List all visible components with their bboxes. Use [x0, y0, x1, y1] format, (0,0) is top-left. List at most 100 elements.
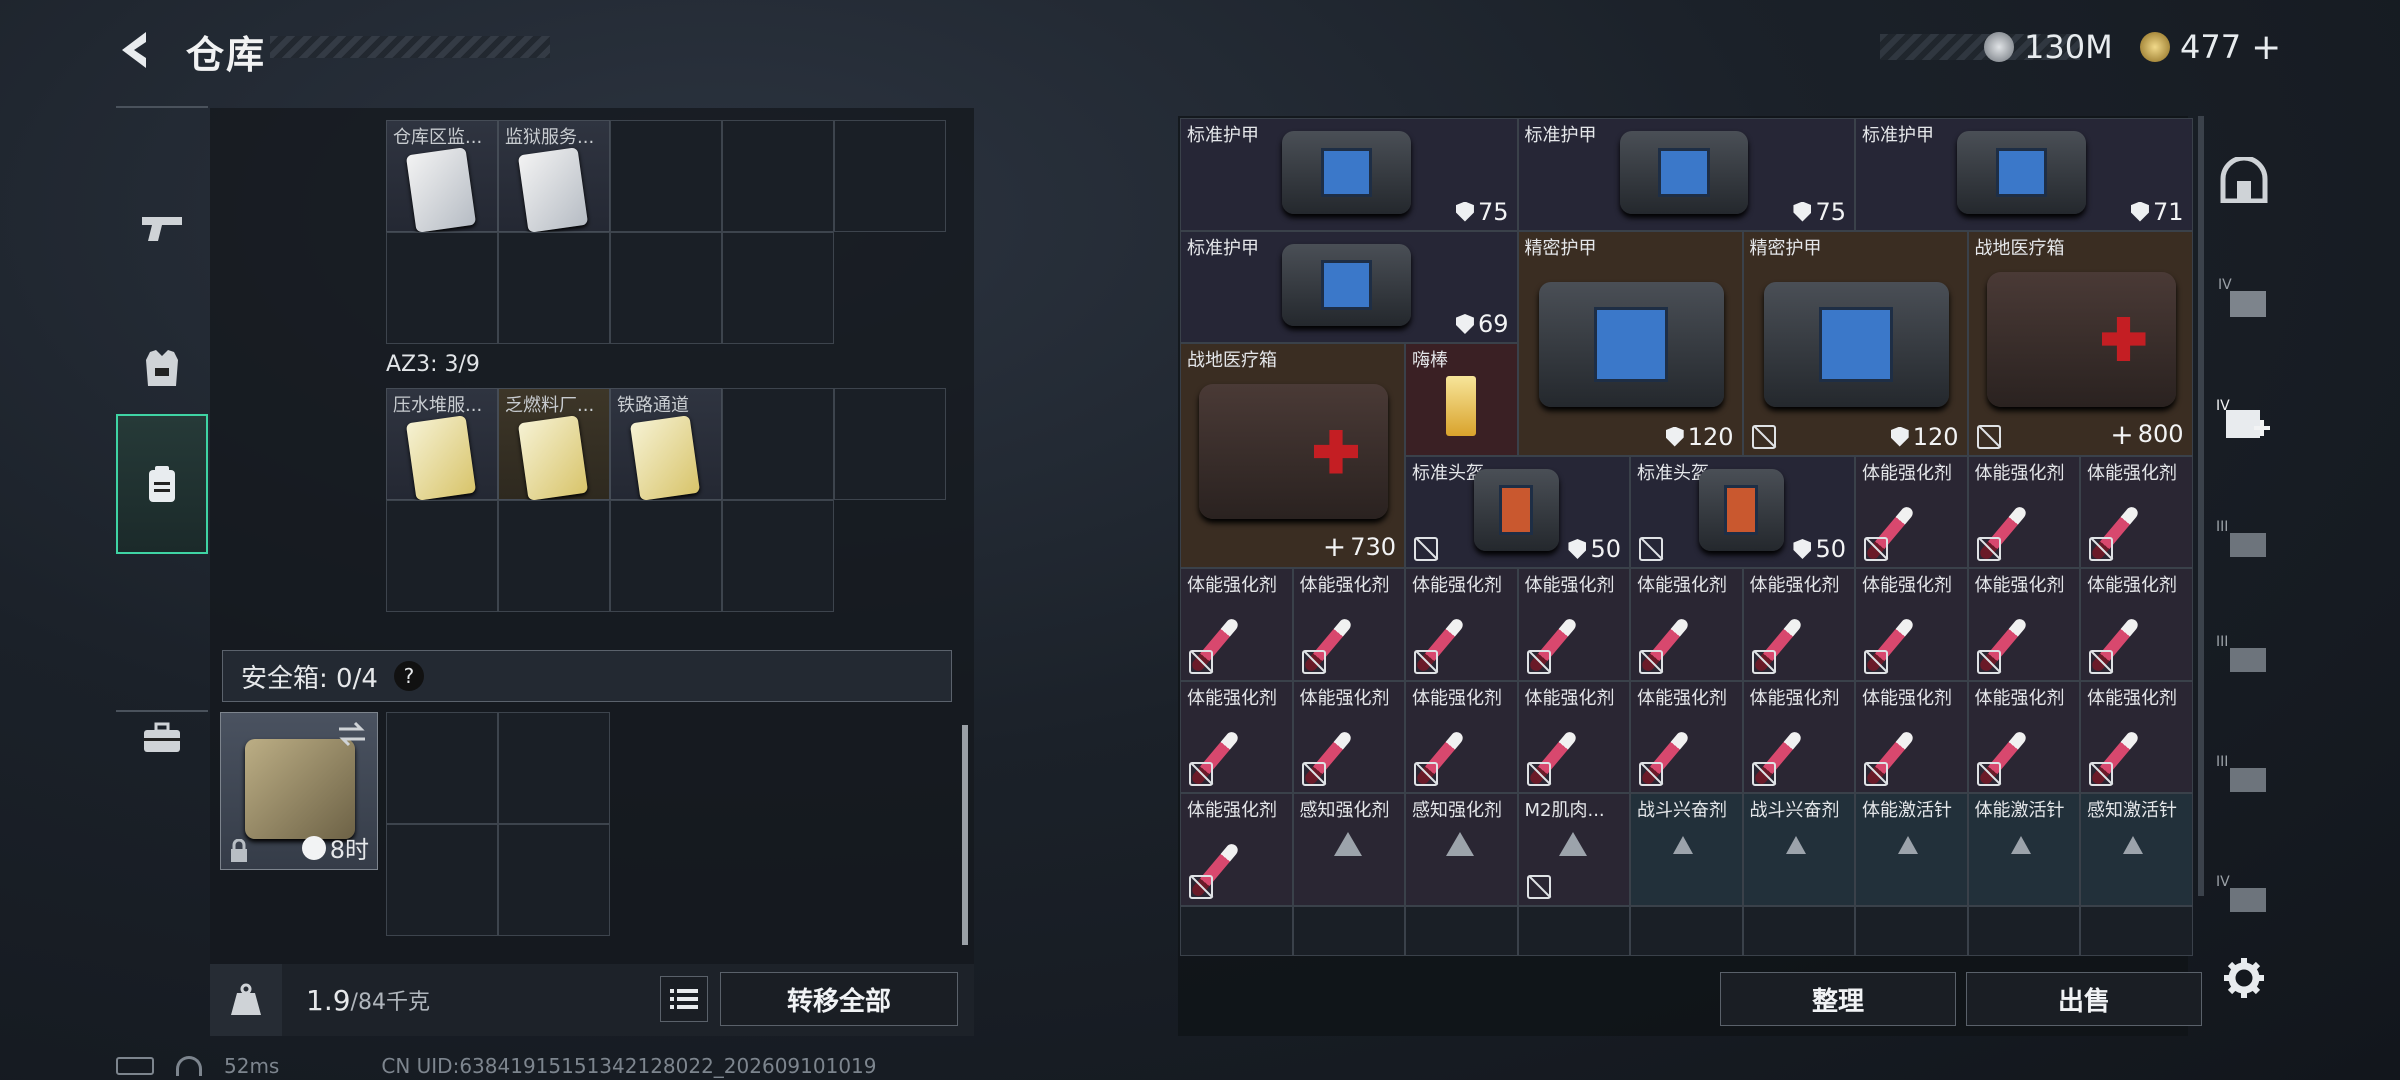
organize-button[interactable]: 整理 — [1720, 972, 1956, 1026]
empty-slot[interactable] — [1405, 905, 1518, 956]
stash-item[interactable]: 战斗兴奋剂 — [1630, 793, 1743, 906]
help-icon[interactable]: ? — [393, 661, 424, 691]
stash-item[interactable]: 体能强化剂 — [1405, 680, 1518, 793]
empty-slot[interactable] — [1855, 905, 1968, 956]
stash-item[interactable]: 体能激活针 — [1855, 793, 1968, 906]
grid-item[interactable]: 仓库区监... — [386, 120, 498, 233]
stash-item[interactable]: 标准头盔 50 — [1630, 455, 1855, 568]
empty-slot[interactable] — [1517, 905, 1630, 956]
empty-slot[interactable] — [610, 500, 722, 612]
add-currency-icon[interactable]: + — [2251, 27, 2281, 68]
stash-item[interactable]: 体能强化剂 — [1180, 793, 1293, 906]
scrollbar[interactable] — [962, 725, 968, 945]
nav-briefcase[interactable] — [116, 668, 208, 808]
stash-item[interactable]: 标准护甲 71 — [1855, 118, 2193, 231]
empty-slot[interactable] — [722, 500, 834, 612]
stash-item[interactable]: 体能强化剂 — [1517, 568, 1630, 681]
stash-item[interactable]: 战地医疗箱 +730 — [1180, 343, 1405, 568]
stash-item[interactable]: 战地医疗箱 +800 — [1967, 230, 2193, 456]
nav-backpack[interactable] — [116, 414, 208, 554]
nav-tier-iv-medical[interactable]: IV — [2210, 390, 2278, 450]
grid-item[interactable]: 乏燃料厂... — [498, 388, 610, 501]
empty-slot[interactable] — [498, 232, 610, 344]
swap-icon[interactable] — [337, 721, 367, 747]
safe-slot[interactable] — [498, 712, 610, 824]
stash-item[interactable]: 体能强化剂 — [1517, 680, 1630, 793]
stash-item[interactable]: 体能强化剂 — [1742, 680, 1855, 793]
nav-weapon[interactable] — [116, 158, 208, 298]
stash-item[interactable]: 体能强化剂 — [1967, 568, 2080, 681]
durability-icon — [1793, 201, 1812, 222]
empty-slot[interactable] — [1967, 905, 2080, 956]
grid-item[interactable]: 压水堆服... — [386, 388, 498, 501]
stash-item[interactable]: 标准头盔 50 — [1405, 455, 1630, 568]
no-insure-icon — [1976, 537, 2001, 561]
stash-item[interactable]: 体能激活针 — [1967, 793, 2080, 906]
pistol-icon — [142, 217, 182, 241]
stash-item[interactable]: 体能强化剂 — [1967, 455, 2080, 568]
empty-slot[interactable] — [722, 232, 834, 344]
stash-item[interactable]: 体能强化剂 — [1405, 568, 1518, 681]
sell-button[interactable]: 出售 — [1966, 972, 2202, 1026]
stash-item[interactable]: 体能强化剂 — [1855, 680, 1968, 793]
nav-tier-iii-1[interactable]: III — [2210, 510, 2278, 570]
empty-slot[interactable] — [498, 500, 610, 612]
empty-slot[interactable] — [610, 232, 722, 344]
settings-button[interactable] — [2210, 948, 2278, 1008]
stash-item[interactable]: 体能强化剂 — [1855, 455, 1968, 568]
stash-item[interactable]: 感知强化剂 — [1405, 793, 1518, 906]
empty-slot[interactable] — [1630, 905, 1743, 956]
stash-item[interactable]: 体能强化剂 — [1180, 568, 1293, 681]
stash-item[interactable]: 精密护甲 120 — [1742, 230, 1968, 456]
stash-item[interactable]: 标准护甲 75 — [1180, 118, 1518, 231]
stash-item[interactable]: 体能强化剂 — [1630, 680, 1743, 793]
stash-item[interactable]: 标准护甲 69 — [1180, 230, 1518, 343]
grid-item[interactable]: 监狱服务... — [498, 120, 610, 233]
stash-item[interactable]: 体能强化剂 — [1292, 568, 1405, 681]
empty-slot[interactable] — [610, 120, 722, 232]
stash-item[interactable]: 标准护甲 75 — [1517, 118, 1855, 231]
empty-slot[interactable] — [2080, 905, 2193, 956]
empty-slot[interactable] — [386, 500, 498, 612]
stash-item[interactable]: 体能强化剂 — [2080, 568, 2193, 681]
stash-item[interactable]: 感知强化剂 — [1292, 793, 1405, 906]
nav-tier-iv-case[interactable]: IV — [2210, 268, 2278, 328]
stash-item[interactable]: 战斗兴奋剂 — [1742, 793, 1855, 906]
gold-currency[interactable]: 477 + — [2140, 26, 2281, 68]
stash-item[interactable]: 体能强化剂 — [1630, 568, 1743, 681]
stash-item[interactable]: 体能强化剂 — [2080, 680, 2193, 793]
transfer-all-button[interactable]: 转移全部 — [720, 972, 958, 1026]
armor-icon — [1763, 281, 1949, 407]
stash-item[interactable]: 体能强化剂 — [1967, 680, 2080, 793]
stash-item[interactable]: 体能强化剂 — [1292, 680, 1405, 793]
right-scrollbar[interactable] — [2198, 116, 2204, 896]
stash-item[interactable]: 体能强化剂 — [1180, 680, 1293, 793]
stash-item[interactable]: 体能强化剂 — [2080, 455, 2193, 568]
empty-slot[interactable] — [834, 120, 946, 232]
empty-slot[interactable] — [834, 388, 946, 500]
safe-slot[interactable] — [386, 824, 498, 936]
back-arrow-icon[interactable] — [112, 26, 160, 74]
item-value: 50 — [1793, 535, 1846, 563]
safe-slot[interactable] — [498, 824, 610, 936]
stash-item[interactable]: 嗨棒 — [1405, 343, 1518, 456]
stash-item[interactable]: 体能强化剂 — [1742, 568, 1855, 681]
empty-slot[interactable] — [386, 232, 498, 344]
empty-slot[interactable] — [1742, 905, 1855, 956]
grid-item[interactable]: 铁路通道 — [610, 388, 722, 501]
empty-slot[interactable] — [722, 120, 834, 232]
safe-box[interactable]: 8时 — [220, 712, 378, 870]
stash-item[interactable]: M2肌肉... — [1517, 793, 1630, 906]
nav-map[interactable] — [2210, 150, 2278, 210]
empty-slot[interactable] — [1180, 905, 1293, 956]
stash-item[interactable]: 精密护甲 120 — [1517, 230, 1743, 456]
empty-slot[interactable] — [722, 388, 834, 500]
nav-tier-iv-2[interactable]: IV — [2210, 865, 2278, 925]
list-view-button[interactable] — [660, 976, 708, 1022]
stash-item[interactable]: 感知激活针 — [2080, 793, 2193, 906]
empty-slot[interactable] — [1292, 905, 1405, 956]
nav-tier-iii-3[interactable]: III — [2210, 745, 2278, 805]
safe-slot[interactable] — [386, 712, 498, 824]
stash-item[interactable]: 体能强化剂 — [1855, 568, 1968, 681]
nav-tier-iii-2[interactable]: III — [2210, 625, 2278, 685]
